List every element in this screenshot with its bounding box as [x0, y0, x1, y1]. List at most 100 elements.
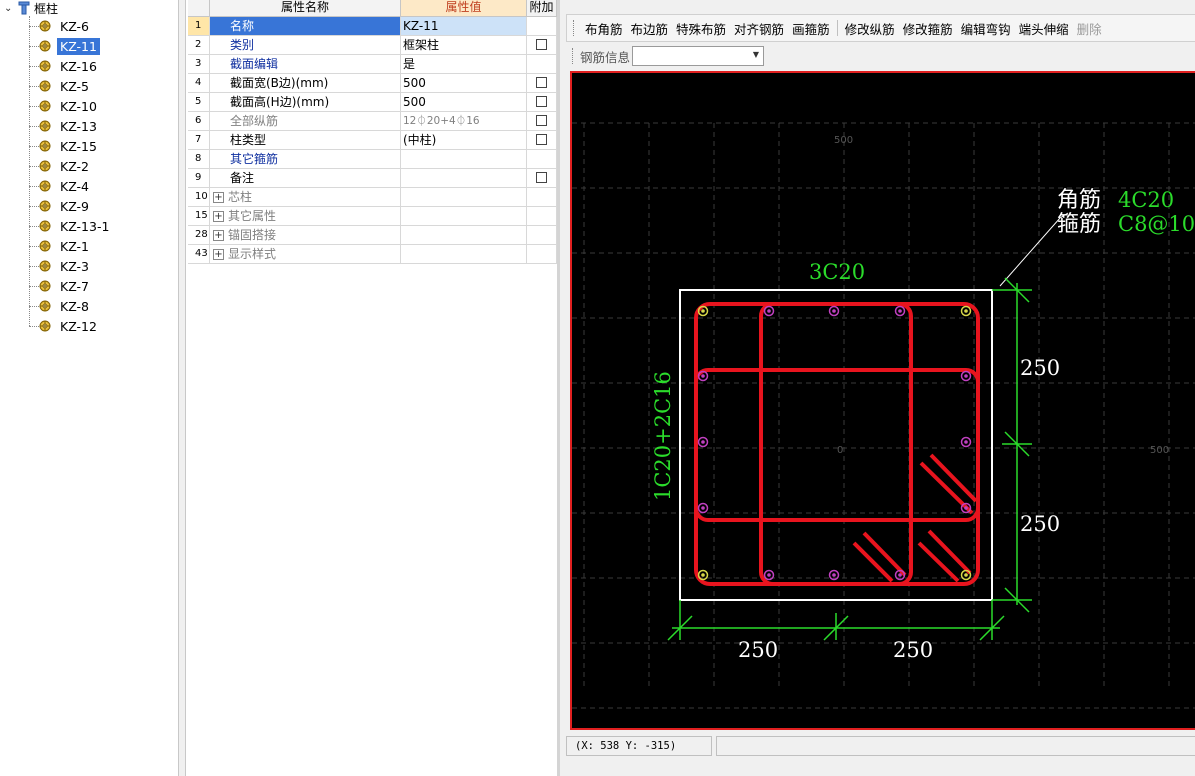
- property-name-cell[interactable]: 截面高(H边)(mm): [210, 93, 401, 112]
- tree-item-kz-10[interactable]: KZ-10: [29, 96, 100, 116]
- property-name-cell[interactable]: 截面宽(B边)(mm): [210, 74, 401, 93]
- dim-right-bottom[interactable]: 250: [1020, 512, 1060, 536]
- side-rebar-label[interactable]: 1C20+2C16: [651, 371, 675, 501]
- tree-item-kz-1[interactable]: KZ-1: [29, 236, 92, 256]
- header-property-value[interactable]: 属性值: [401, 0, 527, 17]
- toolbar-button-4[interactable]: 画箍筋: [788, 19, 834, 38]
- property-row[interactable]: 1 名称 KZ-11: [188, 17, 557, 36]
- property-value-cell[interactable]: [401, 226, 527, 245]
- property-name-cell[interactable]: + 显示样式: [210, 245, 401, 264]
- property-value-cell[interactable]: [401, 169, 527, 188]
- stirrup-group[interactable]: [694, 302, 980, 586]
- tree-splitter[interactable]: [178, 0, 186, 776]
- tree-item-kz-5[interactable]: KZ-5: [29, 76, 92, 96]
- toolbar-grip[interactable]: [573, 20, 577, 36]
- toolbar-button-5[interactable]: 修改纵筋: [841, 19, 899, 38]
- expand-plus-icon[interactable]: +: [213, 249, 224, 260]
- tree-root-node[interactable]: ⌄ 框柱: [4, 0, 58, 16]
- property-row[interactable]: 6 全部纵筋 12⏀20+4⏀16: [188, 112, 557, 131]
- toolbar-button-0[interactable]: 布角筋: [581, 19, 627, 38]
- rebar-points[interactable]: [697, 305, 972, 581]
- property-row[interactable]: 7 柱类型 (中柱): [188, 131, 557, 150]
- tree-item-kz-9[interactable]: KZ-9: [29, 196, 92, 216]
- tree-item-kz-2[interactable]: KZ-2: [29, 156, 92, 176]
- extra-checkbox[interactable]: [536, 77, 547, 88]
- toolbar-button-1[interactable]: 布边筋: [627, 19, 673, 38]
- property-value-cell[interactable]: 是: [401, 55, 527, 74]
- dim-bottom-right[interactable]: 250: [893, 638, 933, 662]
- property-name-cell[interactable]: 名称: [210, 17, 401, 36]
- extra-checkbox[interactable]: [536, 96, 547, 107]
- extra-checkbox[interactable]: [536, 172, 547, 183]
- outer-stirrup[interactable]: [694, 302, 980, 586]
- toolbar-grip-2[interactable]: [572, 48, 576, 64]
- property-name-cell[interactable]: 柱类型: [210, 131, 401, 150]
- tree-item-kz-3[interactable]: KZ-3: [29, 256, 92, 276]
- stirrup-value[interactable]: C8@100: [1118, 212, 1195, 236]
- cad-svg[interactable]: 500 500 0 角筋 4C20 箍筋 C8@10 3C20 1C20+2C1…: [572, 73, 1195, 730]
- property-value-cell[interactable]: 框架柱: [401, 36, 527, 55]
- expand-plus-icon[interactable]: +: [213, 192, 224, 203]
- property-value-cell[interactable]: 500: [401, 74, 527, 93]
- dropdown-arrow-icon[interactable]: ▼: [753, 50, 759, 59]
- property-name-cell[interactable]: + 锚固搭接: [210, 226, 401, 245]
- tree-item-kz-6[interactable]: KZ-6: [29, 16, 92, 36]
- property-name-cell[interactable]: 备注: [210, 169, 401, 188]
- toolbar-button-6[interactable]: 修改箍筋: [899, 19, 957, 38]
- delete-button[interactable]: 删除: [1073, 19, 1106, 38]
- property-value-cell[interactable]: 500: [401, 93, 527, 112]
- tree-item-kz-11[interactable]: KZ-11: [29, 36, 100, 56]
- property-row[interactable]: 5 截面高(H边)(mm) 500: [188, 93, 557, 112]
- property-row[interactable]: 9 备注: [188, 169, 557, 188]
- toolbar-button-8[interactable]: 端头伸缩: [1015, 19, 1073, 38]
- toolbar-button-7[interactable]: 编辑弯钩: [957, 19, 1015, 38]
- tree-item-kz-7[interactable]: KZ-7: [29, 276, 92, 296]
- expand-plus-icon[interactable]: +: [213, 230, 224, 241]
- property-value-cell[interactable]: [401, 245, 527, 264]
- corner-rebar-value[interactable]: 4C20: [1118, 188, 1174, 212]
- header-property-name[interactable]: 属性名称: [210, 0, 401, 17]
- property-row[interactable]: 2 类别 框架柱: [188, 36, 557, 55]
- property-name-cell[interactable]: 类别: [210, 36, 401, 55]
- property-value-cell[interactable]: [401, 207, 527, 226]
- tree-item-kz-16[interactable]: KZ-16: [29, 56, 100, 76]
- property-row[interactable]: 15 + 其它属性: [188, 207, 557, 226]
- header-extra[interactable]: 附加: [527, 0, 557, 17]
- property-value-cell[interactable]: [401, 188, 527, 207]
- property-row[interactable]: 4 截面宽(B边)(mm) 500: [188, 74, 557, 93]
- section-drawing-canvas[interactable]: 500 500 0 角筋 4C20 箍筋 C8@10 3C20 1C20+2C1…: [570, 71, 1195, 730]
- property-name-cell[interactable]: + 芯柱: [210, 188, 401, 207]
- dim-bottom-left[interactable]: 250: [738, 638, 778, 662]
- chevron-down-icon[interactable]: ⌄: [4, 3, 14, 14]
- property-value-cell[interactable]: 12⏀20+4⏀16: [401, 112, 527, 131]
- property-value-cell[interactable]: KZ-11: [401, 17, 527, 36]
- property-row[interactable]: 3 截面编辑 是: [188, 55, 557, 74]
- property-row[interactable]: 43 + 显示样式: [188, 245, 557, 264]
- extra-checkbox[interactable]: [536, 39, 547, 50]
- dim-right-top[interactable]: 250: [1020, 356, 1060, 380]
- tree-item-kz-13[interactable]: KZ-13: [29, 116, 100, 136]
- property-value-cell[interactable]: (中柱): [401, 131, 527, 150]
- property-name-cell[interactable]: 截面编辑: [210, 55, 401, 74]
- toolbar-button-2[interactable]: 特殊布筋: [672, 19, 730, 38]
- property-name-cell[interactable]: 全部纵筋: [210, 112, 401, 131]
- rebar-info-select[interactable]: ▼: [632, 46, 765, 66]
- toolbar-button-3[interactable]: 对齐钢筋: [730, 19, 788, 38]
- tree-item-kz-13-1[interactable]: KZ-13-1: [29, 216, 112, 236]
- property-name-cell[interactable]: + 其它属性: [210, 207, 401, 226]
- expand-plus-icon[interactable]: +: [213, 211, 224, 222]
- extra-checkbox[interactable]: [536, 134, 547, 145]
- property-row[interactable]: 28 + 锚固搭接: [188, 226, 557, 245]
- extra-checkbox[interactable]: [536, 115, 547, 126]
- tree-item-kz-8[interactable]: KZ-8: [29, 296, 92, 316]
- property-value-cell[interactable]: [401, 150, 527, 169]
- property-row[interactable]: 8 其它箍筋: [188, 150, 557, 169]
- vertical-stirrup[interactable]: [759, 302, 913, 586]
- tree-item-kz-12[interactable]: KZ-12: [29, 316, 100, 336]
- tree-item-kz-4[interactable]: KZ-4: [29, 176, 92, 196]
- property-row[interactable]: 10 + 芯柱: [188, 188, 557, 207]
- property-name-cell[interactable]: 其它箍筋: [210, 150, 401, 169]
- top-rebar-label[interactable]: 3C20: [809, 260, 865, 284]
- column-outline[interactable]: [679, 289, 993, 601]
- tree-item-kz-15[interactable]: KZ-15: [29, 136, 100, 156]
